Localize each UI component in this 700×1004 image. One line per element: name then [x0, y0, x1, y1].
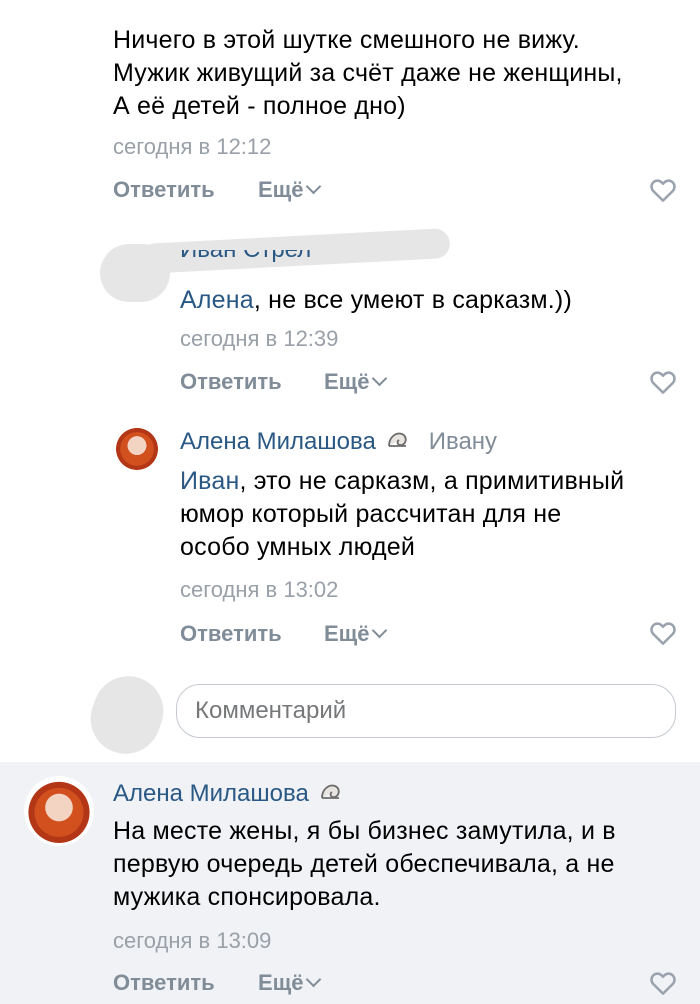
snail-shell-icon: [388, 432, 407, 447]
bottom-comment-line-3: мужика спонсировала.: [113, 883, 381, 911]
bottom-comment-reply-button[interactable]: Ответить: [113, 970, 215, 996]
comment-3-time: сегодня в 13:02: [180, 577, 339, 602]
bottom-comment-more-label: Ещё: [258, 970, 304, 995]
heart-outline-icon[interactable]: [648, 175, 678, 205]
comment-3-text: Иван, это не сарказм, а примитивный юмор…: [180, 465, 690, 564]
comment-3-reply-button[interactable]: Ответить: [180, 621, 282, 647]
comment-3-line-3: особо умных людей: [180, 533, 416, 561]
chevron-down-icon: [372, 622, 388, 639]
comment-1-line-1: Ничего в этой шутке смешного не вижу.: [113, 26, 580, 54]
comment-2-text: Алена, не все умеют в сарказм.)): [180, 284, 572, 317]
comment-1-text: Ничего в этой шутке смешного не вижу. Му…: [113, 24, 693, 123]
comment-3-more-label: Ещё: [324, 621, 370, 646]
avatar[interactable]: [24, 776, 94, 846]
comment-1-line-2: Мужик живущий за счёт даже не женщины,: [113, 59, 623, 87]
comment-3-mention[interactable]: Иван: [180, 467, 239, 495]
snail-shell-icon: [321, 784, 340, 799]
comment-1-time: сегодня в 12:12: [113, 134, 272, 159]
comment-3-line-1: Иван, это не сарказм, а примитивный: [180, 465, 690, 498]
comment-3-reply-to[interactable]: Ивану: [429, 428, 497, 455]
comment-2-more-button[interactable]: Ещё: [324, 369, 388, 395]
comment-1-reply-button[interactable]: Ответить: [113, 177, 215, 203]
comment-2-text-rest: , не все умеют в сарказм.)): [253, 286, 572, 314]
comment-2-more-label: Ещё: [324, 369, 370, 394]
comment-2-mention[interactable]: Алена: [180, 286, 254, 314]
chevron-down-icon: [306, 971, 322, 988]
bottom-comment-line-1: На месте жены, я бы бизнес замутила, и в: [113, 817, 616, 845]
comment-1-more-button[interactable]: Ещё: [258, 177, 322, 203]
comment-2-reply-button[interactable]: Ответить: [180, 369, 282, 395]
chevron-down-icon: [372, 370, 388, 387]
redacted-avatar-scribble: [80, 666, 174, 764]
bottom-comment-more-button[interactable]: Ещё: [258, 970, 322, 996]
comment-3-line-1-rest: , это не сарказм, а примитивный: [239, 467, 625, 495]
comment-2-author-fragment: Иван Стрел: [180, 250, 311, 264]
comment-1-line-3: А её детей - полное дно): [113, 92, 406, 120]
avatar[interactable]: [113, 424, 161, 472]
chevron-down-icon: [306, 178, 322, 195]
comment-3-line-2: юмор который рассчитан для не: [180, 500, 562, 528]
comment-1-more-label: Ещё: [258, 177, 304, 202]
comment-3-author[interactable]: Алена Милашова: [180, 428, 376, 455]
heart-outline-icon[interactable]: [648, 618, 678, 648]
bottom-comment-time: сегодня в 13:09: [113, 928, 272, 953]
bottom-comment-text: На месте жены, я бы бизнес замутила, и в…: [113, 815, 693, 914]
bottom-comment-header: Алена Милашова: [113, 780, 343, 808]
heart-outline-icon[interactable]: [648, 968, 678, 998]
comment-3-header: Алена Милашова Ивану: [180, 428, 497, 456]
bottom-comment-author[interactable]: Алена Милашова: [113, 780, 309, 807]
bottom-comment-line-2: первую очередь детей обеспечивала, а не: [113, 850, 615, 878]
comment-2-time: сегодня в 12:39: [180, 326, 339, 351]
heart-outline-icon[interactable]: [648, 367, 678, 397]
comment-input[interactable]: Комментарий: [176, 684, 676, 738]
comment-3-more-button[interactable]: Ещё: [324, 621, 388, 647]
